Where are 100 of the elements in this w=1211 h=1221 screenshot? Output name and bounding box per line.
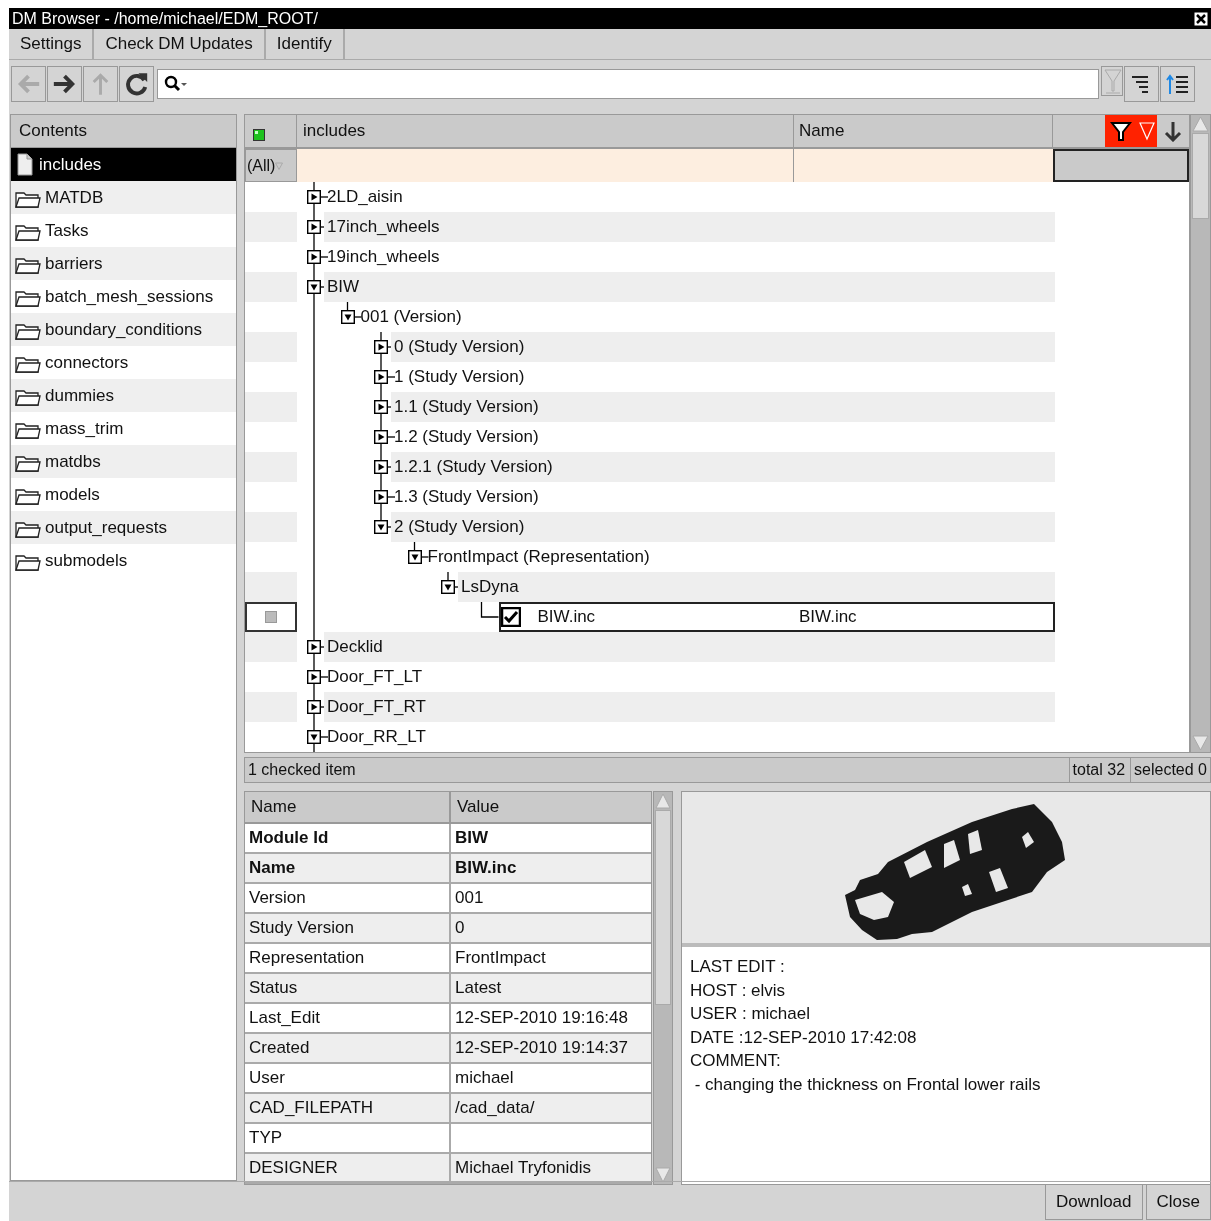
table-cell-text: BIW.inc: [454, 857, 518, 880]
table-cell: Name: [245, 854, 451, 882]
sidebar-item[interactable]: boundary_conditions: [11, 313, 236, 346]
expand-toggle[interactable]: [374, 340, 388, 354]
expand-toggle[interactable]: [307, 250, 321, 264]
filter-field[interactable]: [794, 149, 1053, 182]
checkbox[interactable]: [500, 607, 521, 627]
tree-item-label[interactable]: 1.3 (Study Version): [391, 484, 788, 510]
row-background[interactable]: BIW: [324, 272, 1055, 302]
tree-item-label[interactable]: 2LD_aisin: [324, 184, 788, 210]
filter-field[interactable]: [297, 149, 794, 182]
row-background[interactable]: 2 (Study Version): [391, 512, 1055, 542]
column-header[interactable]: includes: [297, 115, 794, 147]
tree-item-label[interactable]: 1.2 (Study Version): [391, 424, 788, 450]
table-cell: DESIGNER: [245, 1154, 451, 1182]
expand-toggle[interactable]: [374, 400, 388, 414]
expand-toggle[interactable]: [374, 460, 388, 474]
tree-item-label[interactable]: 1.1 (Study Version): [391, 394, 788, 420]
selected-count: selected 0: [1130, 758, 1210, 782]
filter-cell[interactable]: [1053, 149, 1189, 182]
tree-item-label[interactable]: 19inch_wheels: [324, 244, 788, 270]
sidebar-item[interactable]: MATDB: [11, 181, 236, 214]
row-background[interactable]: 1.2.1 (Study Version): [391, 452, 1055, 482]
tree-item-label[interactable]: Door_RR_LT: [324, 724, 788, 750]
sidebar-item[interactable]: barriers: [11, 247, 236, 280]
row-background[interactable]: Door_FT_RT: [324, 692, 1055, 722]
expand-toggle[interactable]: [307, 220, 321, 234]
table-cell-text: /cad_data/: [454, 1097, 536, 1120]
table-cell-text: 001: [454, 887, 485, 910]
header-button[interactable]: [1105, 115, 1137, 147]
expand-toggle[interactable]: [374, 430, 388, 444]
column-header[interactable]: Value: [451, 792, 651, 822]
table-cell-text: BIW.inc: [798, 606, 857, 629]
expand-toggle[interactable]: [307, 640, 321, 654]
table-cell-text: BIW: [454, 827, 490, 850]
close-icon[interactable]: [1194, 11, 1208, 26]
toolbar-button[interactable]: [47, 66, 82, 102]
row-background[interactable]: Decklid: [324, 632, 1055, 662]
tree-item-label[interactable]: LsDyna: [458, 574, 788, 600]
column-header[interactable]: Name: [794, 115, 1053, 147]
expand-toggle[interactable]: [441, 580, 455, 594]
toolbar-button[interactable]: [1160, 66, 1195, 102]
sidebar-item[interactable]: dummies: [11, 379, 236, 412]
search-field[interactable]: [157, 69, 1099, 99]
expand-toggle[interactable]: [307, 730, 321, 744]
sidebar-header: Contents: [11, 115, 236, 148]
expand-toggle[interactable]: [374, 370, 388, 384]
expand-toggle[interactable]: [307, 670, 321, 684]
tree-item-label[interactable]: Door_FT_LT: [324, 664, 788, 690]
info-line: DATE :12-SEP-2010 17:42:08: [690, 1026, 918, 1049]
tree-item-label[interactable]: Door_FT_RT: [324, 694, 788, 720]
info-line: HOST : elvis: [690, 979, 787, 1002]
tree-item-label[interactable]: 17inch_wheels: [324, 214, 788, 240]
sidebar-item[interactable]: output_requests: [11, 511, 236, 544]
expand-toggle[interactable]: [374, 490, 388, 504]
dialog-button[interactable]: Close: [1145, 1183, 1211, 1220]
table-cell: CAD_FILEPATH: [245, 1094, 451, 1122]
triangle-icon: [1138, 120, 1156, 142]
tree-item-label[interactable]: FrontImpact (Representation): [424, 544, 788, 570]
funnel-icon: [1102, 67, 1122, 95]
tree-item-label[interactable]: 1.2.1 (Study Version): [391, 454, 788, 480]
table-cell: Module Id: [245, 824, 451, 852]
table-cell-text: Michael Tryfonidis: [454, 1157, 593, 1180]
row-background[interactable]: 1.1 (Study Version): [391, 392, 1055, 422]
table-cell: Representation: [245, 944, 451, 972]
sidebar-item[interactable]: matdbs: [11, 445, 236, 478]
filter-dropdown[interactable]: (All): [245, 149, 297, 182]
sidebar-item[interactable]: includes: [11, 148, 236, 181]
toolbar-button[interactable]: [1124, 66, 1159, 102]
toolbar-button[interactable]: [119, 66, 154, 102]
tree-item-label[interactable]: 2 (Study Version): [391, 514, 788, 540]
search-icon: [164, 75, 188, 93]
tree-item-label[interactable]: 0 (Study Version): [391, 334, 788, 360]
scrollbar[interactable]: [653, 791, 673, 1185]
current-row[interactable]: BIW.inc BIW.inc: [498, 602, 1055, 632]
table-cell: Status: [245, 974, 451, 1002]
expand-toggle[interactable]: [307, 700, 321, 714]
tree-item-label[interactable]: Decklid: [324, 634, 788, 660]
scrollbar[interactable]: [1190, 114, 1211, 753]
tree-item-label[interactable]: BIW.inc: [520, 604, 797, 630]
dialog-button[interactable]: Download: [1044, 1183, 1143, 1220]
row-background: [245, 512, 297, 542]
expand-toggle[interactable]: [407, 550, 422, 564]
tree-item-label[interactable]: 1 (Study Version): [391, 364, 788, 390]
tree-item-label[interactable]: BIW: [324, 274, 788, 300]
status-square-icon: [253, 129, 265, 141]
row-background[interactable]: 0 (Study Version): [391, 332, 1055, 362]
table-cell: Created: [245, 1034, 451, 1062]
tree-item-label[interactable]: 001 (Version): [357, 304, 788, 330]
expand-toggle[interactable]: [374, 520, 388, 534]
row-background[interactable]: 17inch_wheels: [324, 212, 1055, 242]
expand-toggle[interactable]: [307, 280, 321, 294]
scroll-thumb[interactable]: [1192, 133, 1209, 219]
row-background: [245, 632, 297, 662]
column-header[interactable]: Name: [245, 792, 451, 822]
row-background[interactable]: LsDyna: [458, 572, 1055, 602]
expand-toggle[interactable]: [307, 190, 321, 204]
scroll-thumb[interactable]: [655, 810, 671, 1005]
expand-toggle[interactable]: [340, 310, 355, 324]
row-background: [245, 212, 297, 242]
